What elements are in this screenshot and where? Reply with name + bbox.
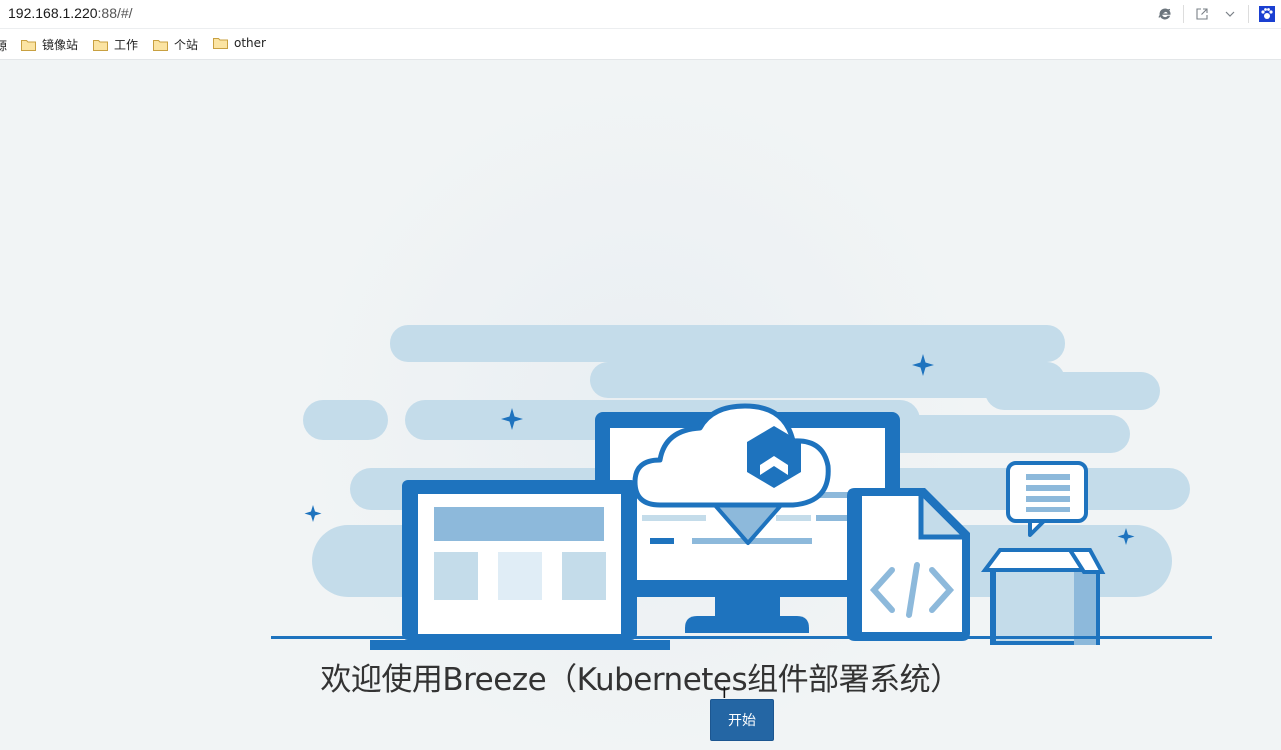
page-content: 欢迎使用Breeze（Kubernetes组件部署系统） 开始 I: [0, 60, 1281, 750]
bookmark-folder-mirror[interactable]: 镜像站: [21, 36, 78, 53]
bookmark-label: 个站: [174, 38, 199, 52]
laptop-illustration: [370, 480, 670, 650]
paw-extension-icon[interactable]: [1253, 0, 1281, 28]
bookmark-label: 镜像站: [42, 38, 79, 52]
folder-icon: [93, 39, 108, 51]
bookmark-item-cut[interactable]: 源: [0, 37, 7, 54]
bookmark-folder-sites[interactable]: 个站: [153, 36, 198, 53]
url-host: 192.168.1.220: [8, 5, 98, 21]
box-illustration: [981, 548, 1106, 645]
folder-icon: [153, 39, 168, 51]
bookmarks-bar: 源 镜像站 工作 个站 other: [0, 30, 1281, 59]
bookmark-folder-other[interactable]: other: [213, 36, 266, 50]
folder-icon: [21, 39, 36, 51]
ie-mode-icon[interactable]: [1151, 0, 1179, 28]
chat-bubble-icon: [1006, 461, 1088, 537]
address-bar-icons: [1151, 0, 1281, 28]
url-field[interactable]: 192.168.1.220:88/#/: [8, 5, 133, 21]
code-file-icon: [847, 488, 970, 641]
url-path: :88/#/: [97, 5, 133, 21]
separator: [1183, 5, 1184, 23]
bookmark-folder-work[interactable]: 工作: [93, 36, 138, 53]
folder-icon: [213, 38, 228, 49]
separator: [1248, 5, 1249, 23]
bookmark-label: 工作: [114, 38, 139, 52]
browser-chrome: 192.168.1.220:88/#/ 源 镜像站 工作 个站 other: [0, 0, 1281, 60]
bookmark-label: other: [234, 36, 266, 50]
welcome-heading: 欢迎使用Breeze（Kubernetes组件部署系统）: [320, 662, 961, 698]
text-cursor-icon: I: [722, 683, 727, 702]
start-button[interactable]: 开始: [710, 699, 774, 741]
chevron-down-icon[interactable]: [1216, 0, 1244, 28]
hero-illustration: [271, 325, 1212, 650]
address-bar[interactable]: 192.168.1.220:88/#/: [0, 0, 1281, 29]
sparkle-icon: [304, 505, 322, 522]
share-icon[interactable]: [1188, 0, 1216, 28]
ground-line: [271, 636, 1212, 639]
